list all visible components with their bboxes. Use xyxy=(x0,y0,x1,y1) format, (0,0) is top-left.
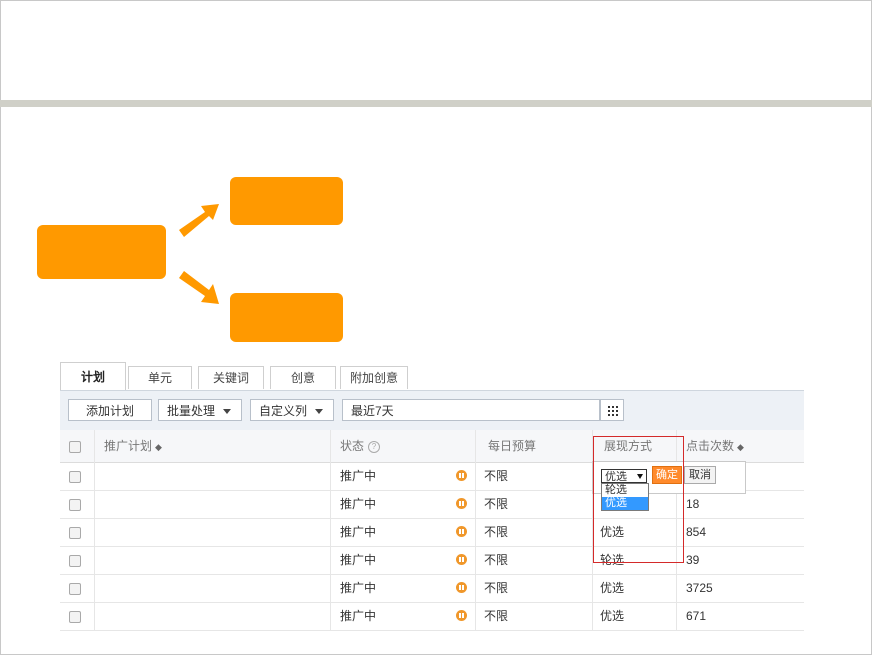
table-header: 推广计划 ◆ 状态? 每日预算 展现方式 点击次数 ◆ xyxy=(60,430,804,463)
header-budget: 每日预算 xyxy=(488,439,537,453)
sort-icon: ◆ xyxy=(155,442,162,452)
table-row: 推广中 不限 优选 3725 xyxy=(60,574,804,603)
help-icon[interactable]: ? xyxy=(368,440,381,453)
select-all-checkbox[interactable] xyxy=(69,441,81,453)
pause-icon[interactable] xyxy=(456,582,467,593)
header-plan[interactable]: 推广计划 ◆ xyxy=(104,430,162,462)
date-range-input[interactable]: 最近7天 xyxy=(342,399,600,421)
row-checkbox[interactable] xyxy=(69,611,81,623)
row-checkbox[interactable] xyxy=(69,555,81,567)
clicks-value: 3725 xyxy=(686,581,713,595)
arrow-down-icon xyxy=(179,271,219,304)
batch-label: 批量处理 xyxy=(167,404,216,418)
pause-icon[interactable] xyxy=(456,470,467,481)
row-checkbox[interactable] xyxy=(69,471,81,483)
sort-icon: ◆ xyxy=(737,442,744,452)
budget-value: 不限 xyxy=(484,497,509,511)
row-checkbox[interactable] xyxy=(69,583,81,595)
budget-value: 不限 xyxy=(484,581,509,595)
batch-dropdown[interactable]: 批量处理 xyxy=(158,399,242,421)
table-row: 推广中 不限 优选 854 xyxy=(60,518,804,547)
header-status: 状态? xyxy=(340,430,381,462)
status-text: 推广中 xyxy=(340,469,377,483)
pause-icon[interactable] xyxy=(456,610,467,621)
row-checkbox[interactable] xyxy=(69,499,81,511)
display-mode-value[interactable]: 优选 xyxy=(600,574,624,602)
clicks-value: 671 xyxy=(686,609,707,623)
header-clicks[interactable]: 点击次数 ◆ xyxy=(686,430,744,462)
status-text: 推广中 xyxy=(340,553,377,567)
display-mode-value[interactable]: 优选 xyxy=(600,602,624,630)
toolbar: 添加计划 批量处理 自定义列 最近7天 xyxy=(60,390,804,431)
clicks-value: 854 xyxy=(686,525,707,539)
tab-plan[interactable]: 计划 xyxy=(60,362,126,391)
chevron-down-icon xyxy=(223,409,232,415)
pause-icon[interactable] xyxy=(456,498,467,509)
budget-value: 不限 xyxy=(484,553,509,567)
table-row: 推广中 不限 优选 671 xyxy=(60,602,804,631)
row-checkbox[interactable] xyxy=(69,527,81,539)
diagram-source-box xyxy=(37,225,166,279)
table-row: 推广中 不限 轮选 39 xyxy=(60,546,804,575)
tab-unit[interactable]: 单元 xyxy=(128,366,192,389)
chevron-down-icon xyxy=(315,409,324,415)
table-row: 推广中 不限 18 xyxy=(60,490,804,519)
pause-icon[interactable] xyxy=(456,554,467,565)
status-text: 推广中 xyxy=(340,525,377,539)
tab-creative[interactable]: 创意 xyxy=(270,366,336,389)
diagram-target-box-bottom xyxy=(230,293,343,342)
calendar-icon[interactable] xyxy=(600,399,624,421)
status-text: 推广中 xyxy=(340,609,377,623)
clicks-value: 39 xyxy=(686,553,700,567)
custom-columns-dropdown[interactable]: 自定义列 xyxy=(250,399,334,421)
header-divider-bar xyxy=(0,100,872,107)
status-text: 推广中 xyxy=(340,581,377,595)
diagram-target-box-top xyxy=(230,177,343,225)
clicks-value: 18 xyxy=(686,497,700,511)
budget-value: 不限 xyxy=(484,609,509,623)
arrow-up-icon xyxy=(179,204,219,237)
custom-columns-label: 自定义列 xyxy=(259,404,308,418)
budget-value: 不限 xyxy=(484,469,509,483)
tab-keyword[interactable]: 关键词 xyxy=(198,366,264,389)
tab-extra-creative[interactable]: 附加创意 xyxy=(340,366,408,389)
highlight-box xyxy=(593,436,684,563)
status-text: 推广中 xyxy=(340,497,377,511)
budget-value: 不限 xyxy=(484,525,509,539)
cancel-button[interactable]: 取消 xyxy=(684,466,716,484)
pause-icon[interactable] xyxy=(456,526,467,537)
add-plan-button[interactable]: 添加计划 xyxy=(68,399,152,421)
